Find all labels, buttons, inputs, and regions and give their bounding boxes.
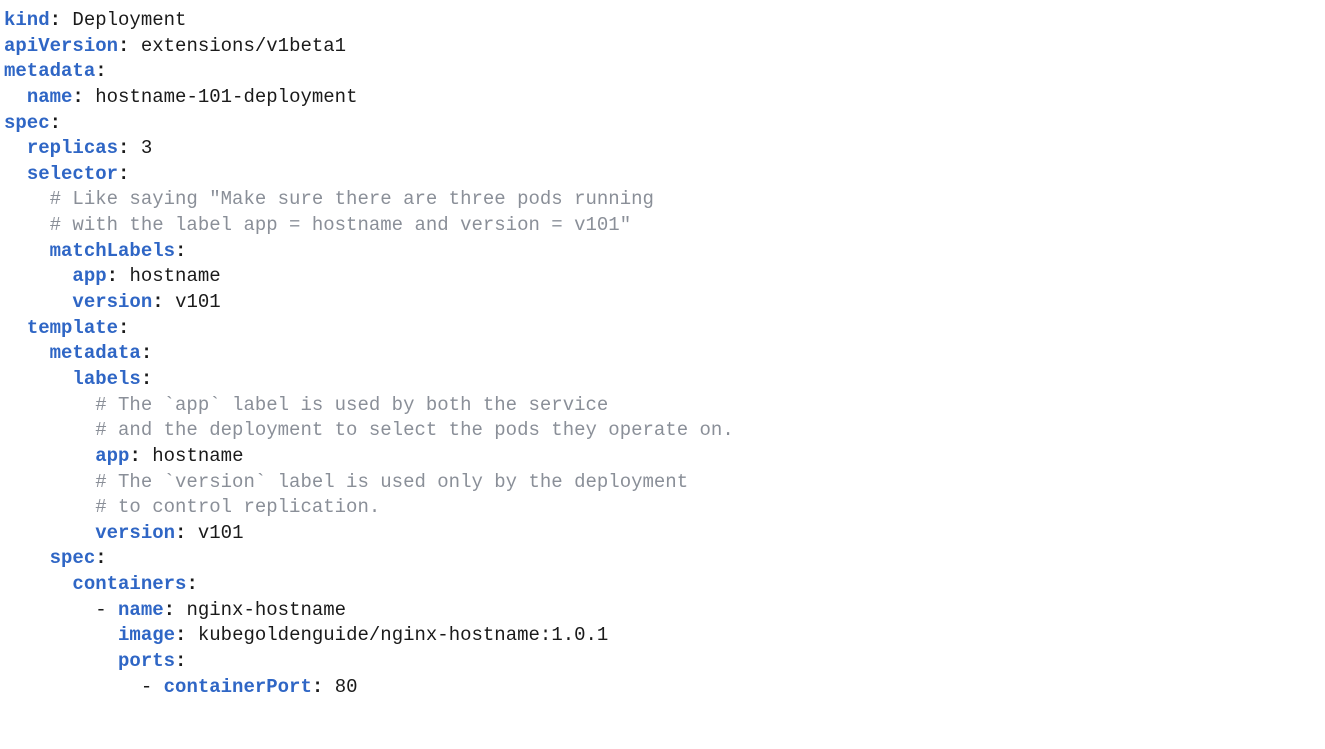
- line-metadata: metadata:: [4, 60, 107, 82]
- line-comment-labels-2: # and the deployment to select the pods …: [4, 419, 734, 441]
- val-app: hostname: [129, 265, 220, 287]
- key-kind: kind: [4, 9, 50, 31]
- line-replicas: replicas: 3: [4, 137, 152, 159]
- colon: :: [175, 522, 198, 544]
- key-cnt-ports: ports: [118, 650, 175, 672]
- colon: :: [95, 547, 106, 569]
- colon: :: [107, 265, 130, 287]
- line-comment-labels-3: # The `version` label is used only by th…: [4, 471, 688, 493]
- val-cnt-image: kubegoldenguide/nginx-hostname:1.0.1: [198, 624, 608, 646]
- line-matchlabels: matchLabels:: [4, 240, 186, 262]
- key-spec: spec: [4, 112, 50, 134]
- line-container-port: - containerPort: 80: [4, 676, 358, 698]
- colon: :: [118, 317, 129, 339]
- colon: :: [164, 599, 187, 621]
- line-metadata-name: name: hostname-101-deployment: [4, 86, 357, 108]
- dash: -: [141, 676, 164, 698]
- colon: :: [186, 573, 197, 595]
- key-selector: selector: [27, 163, 118, 185]
- key-apiversion: apiVersion: [4, 35, 118, 57]
- key-template: template: [27, 317, 118, 339]
- line-tpl-metadata: metadata:: [4, 342, 152, 364]
- line-kind: kind: Deployment: [4, 9, 186, 31]
- val-name: hostname-101-deployment: [95, 86, 357, 108]
- val-replicas: 3: [141, 137, 152, 159]
- key-containers: containers: [72, 573, 186, 595]
- val-tpl-version: v101: [198, 522, 244, 544]
- key-replicas: replicas: [27, 137, 118, 159]
- val-containerport: 80: [335, 676, 358, 698]
- line-comment-labels-4: # to control replication.: [4, 496, 380, 518]
- yaml-code-block: kind: Deployment apiVersion: extensions/…: [0, 0, 1325, 700]
- key-cnt-name: name: [118, 599, 164, 621]
- key-matchlabels: matchLabels: [50, 240, 175, 262]
- key-containerport: containerPort: [164, 676, 312, 698]
- key-name: name: [27, 86, 73, 108]
- key-tpl-metadata: metadata: [50, 342, 141, 364]
- line-tpl-version: version: v101: [4, 522, 243, 544]
- line-tpl-labels: labels:: [4, 368, 152, 390]
- colon: :: [141, 368, 152, 390]
- key-tpl-app: app: [95, 445, 129, 467]
- colon: :: [50, 112, 61, 134]
- colon: :: [50, 9, 73, 31]
- val-version: v101: [175, 291, 221, 313]
- line-apiversion: apiVersion: extensions/v1beta1: [4, 35, 346, 57]
- line-tpl-app: app: hostname: [4, 445, 243, 467]
- comment: # to control replication.: [95, 496, 380, 518]
- colon: :: [129, 445, 152, 467]
- colon: :: [152, 291, 175, 313]
- line-spec: spec:: [4, 112, 61, 134]
- val-tpl-app: hostname: [152, 445, 243, 467]
- colon: :: [141, 342, 152, 364]
- line-comment-selector-2: # with the label app = hostname and vers…: [4, 214, 631, 236]
- colon: :: [118, 137, 141, 159]
- line-selector: selector:: [4, 163, 129, 185]
- line-cnt-ports: ports:: [4, 650, 186, 672]
- comment: # Like saying "Make sure there are three…: [50, 188, 654, 210]
- colon: :: [175, 624, 198, 646]
- dash: -: [95, 599, 118, 621]
- line-cnt-image: image: kubegoldenguide/nginx-hostname:1.…: [4, 624, 608, 646]
- line-comment-selector-1: # Like saying "Make sure there are three…: [4, 188, 654, 210]
- colon: :: [175, 240, 186, 262]
- val-cnt-name: nginx-hostname: [186, 599, 346, 621]
- key-tpl-spec: spec: [50, 547, 96, 569]
- key-app: app: [72, 265, 106, 287]
- line-match-version: version: v101: [4, 291, 221, 313]
- key-tpl-version: version: [95, 522, 175, 544]
- colon: :: [72, 86, 95, 108]
- val-apiversion: extensions/v1beta1: [141, 35, 346, 57]
- key-cnt-image: image: [118, 624, 175, 646]
- comment: # with the label app = hostname and vers…: [50, 214, 632, 236]
- line-template: template:: [4, 317, 129, 339]
- key-version: version: [72, 291, 152, 313]
- key-metadata: metadata: [4, 60, 95, 82]
- line-comment-labels-1: # The `app` label is used by both the se…: [4, 394, 608, 416]
- colon: :: [175, 650, 186, 672]
- line-match-app: app: hostname: [4, 265, 221, 287]
- key-tpl-labels: labels: [72, 368, 140, 390]
- val-kind: Deployment: [72, 9, 186, 31]
- comment: # The `version` label is used only by th…: [95, 471, 688, 493]
- line-containers: containers:: [4, 573, 198, 595]
- colon: :: [118, 35, 141, 57]
- colon: :: [118, 163, 129, 185]
- comment: # The `app` label is used by both the se…: [95, 394, 608, 416]
- line-cnt-name: - name: nginx-hostname: [4, 599, 346, 621]
- colon: :: [95, 60, 106, 82]
- line-tpl-spec: spec:: [4, 547, 107, 569]
- comment: # and the deployment to select the pods …: [95, 419, 734, 441]
- colon: :: [312, 676, 335, 698]
